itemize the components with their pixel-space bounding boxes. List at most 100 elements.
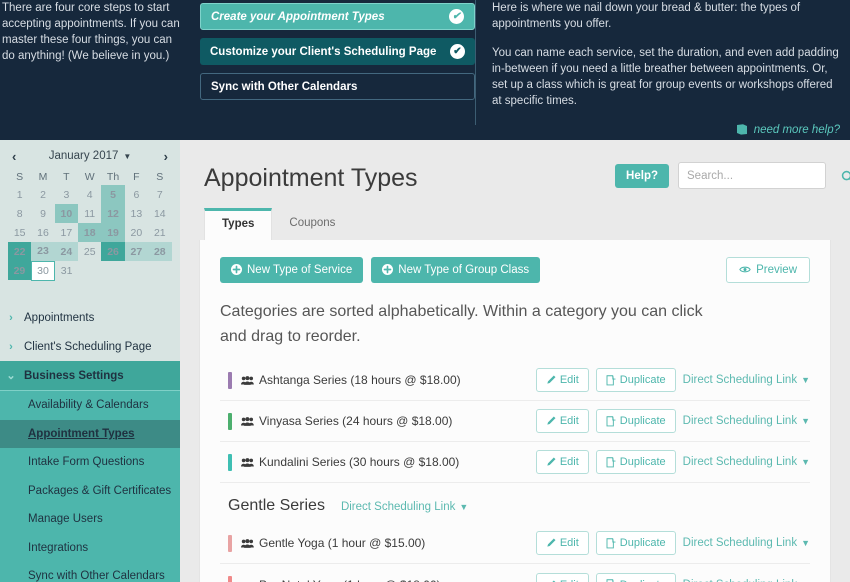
plus-circle-icon <box>382 264 394 276</box>
row-direct-scheduling-link[interactable]: Direct Scheduling Link▼ <box>683 415 810 427</box>
calendar-day-cell[interactable]: 20 <box>125 223 148 242</box>
sidebar-item-availability-calendars[interactable]: Availability & Calendars <box>0 391 180 420</box>
step-customize-scheduling-page[interactable]: Customize your Client's Scheduling Page … <box>200 38 475 65</box>
new-type-of-group-class-button[interactable]: New Type of Group Class <box>371 257 541 283</box>
sidebar-item-client-s-scheduling-page[interactable]: › Client's Scheduling Page <box>0 332 180 361</box>
sidebar-item-sync-with-other-calendars[interactable]: Sync with Other Calendars <box>0 562 180 582</box>
edit-button[interactable]: Edit <box>535 368 589 392</box>
calendar-day-cell[interactable]: 13 <box>125 204 148 223</box>
calendar-day-cell[interactable]: 12 <box>101 204 125 223</box>
duplicate-label: Duplicate <box>619 537 666 549</box>
calendar-day-cell[interactable]: 3 <box>55 185 78 204</box>
new-type-of-service-button[interactable]: New Type of Service <box>220 257 364 283</box>
calendar-day-cell[interactable]: 1 <box>8 185 31 204</box>
table-row[interactable]: Vinyasa Series (24 hours @ $18.00) Edit Du… <box>220 401 810 442</box>
calendar-month-selector[interactable]: January 2017 ▼ <box>49 150 132 162</box>
duplicate-button[interactable]: Duplicate <box>595 531 676 555</box>
sidebar-item-label: Client's Scheduling Page <box>24 340 152 353</box>
step-create-appointment-types[interactable]: Create your Appointment Types ✔ <box>200 3 475 30</box>
calendar-day-cell[interactable]: 9 <box>31 204 54 223</box>
calendar-day-cell[interactable]: 19 <box>101 223 125 242</box>
duplicate-button[interactable]: Duplicate <box>595 572 676 582</box>
sidebar-item-intake-form-questions[interactable]: Intake Form Questions <box>0 448 180 477</box>
edit-button[interactable]: Edit <box>535 450 589 474</box>
calendar-grid: S M T W Th F S 1 2 3 4 5 6 7 8 9 10 11 12 13 14 15 16 17… <box>8 168 172 281</box>
calendar-week-row: 22 23 24 25 26 27 28 <box>8 242 172 261</box>
step-label: Create your Appointment Types <box>211 10 385 23</box>
calendar-empty-cell <box>78 261 101 280</box>
calendar-day-cell[interactable]: 4 <box>78 185 101 204</box>
sidebar-item-manage-users[interactable]: Manage Users <box>0 505 180 534</box>
sidebar-item-appointment-types[interactable]: Appointment Types <box>0 419 180 448</box>
calendar-day-cell[interactable]: 31 <box>55 261 78 280</box>
sidebar-item-business-settings[interactable]: ⌄ Business Settings <box>0 361 180 390</box>
row-direct-scheduling-link[interactable]: Direct Scheduling Link▼ <box>683 537 810 549</box>
page-header: Appointment Types Help? <box>180 140 850 191</box>
calendar-day-cell[interactable]: 17 <box>55 223 78 242</box>
chevron-right-icon[interactable]: › <box>164 149 168 164</box>
calendar-day-cell[interactable]: 10 <box>54 204 79 223</box>
step-label: Customize your Client's Scheduling Page <box>210 45 437 58</box>
sidebar-item-integrations[interactable]: Integrations <box>0 534 180 563</box>
color-swatch <box>228 453 232 471</box>
duplicate-button[interactable]: Duplicate <box>595 409 676 433</box>
calendar-day-cell[interactable]: 15 <box>8 223 31 242</box>
preview-button[interactable]: Preview <box>726 257 810 283</box>
group-class-icon <box>241 456 254 468</box>
row-direct-scheduling-link[interactable]: Direct Scheduling Link▼ <box>683 374 810 386</box>
calendar-day-cell[interactable]: 2 <box>31 185 54 204</box>
main-content: Appointment Types Help? Types Coupons <box>180 140 850 582</box>
search-input[interactable] <box>687 169 841 182</box>
group-class-icon <box>241 374 254 386</box>
calendar-day-cell[interactable]: 7 <box>148 185 171 204</box>
category-direct-scheduling-link[interactable]: Direct Scheduling Link ▼ <box>341 501 468 513</box>
edit-button[interactable]: Edit <box>535 572 589 582</box>
edit-button[interactable]: Edit <box>535 531 589 555</box>
need-more-help-label: need more help? <box>753 124 840 136</box>
calendar-day-cell[interactable]: 24 <box>54 242 79 261</box>
row-direct-scheduling-link[interactable]: Direct Scheduling Link▼ <box>683 579 810 582</box>
calendar-day-cell[interactable]: 14 <box>148 204 171 223</box>
calendar-day-cell[interactable]: 8 <box>8 204 31 223</box>
magnifier-icon[interactable] <box>841 168 850 183</box>
calendar-day-cell[interactable]: 5 <box>101 185 125 204</box>
calendar-day-cell[interactable]: 22 <box>8 242 32 261</box>
action-button-row: New Type of Service New Type of Group Cl… <box>220 257 810 283</box>
row-direct-scheduling-link[interactable]: Direct Scheduling Link▼ <box>683 456 810 468</box>
chevron-left-icon[interactable]: ‹ <box>12 149 16 164</box>
calendar-day-cell[interactable]: 18 <box>78 223 102 242</box>
copy-icon <box>606 374 616 386</box>
duplicate-button[interactable]: Duplicate <box>595 450 676 474</box>
table-row[interactable]: Pre-Natal Yoga (1 hour @ $18.00) Edit Dupl… <box>220 564 810 582</box>
sidebar-item-packages-gift-certificates[interactable]: Packages & Gift Certificates <box>0 477 180 506</box>
onboarding-steps-column: Create your Appointment Types ✔ Customiz… <box>200 0 475 140</box>
calendar-day-cell[interactable]: 16 <box>31 223 54 242</box>
calendar-day-cell[interactable]: 25 <box>78 242 101 261</box>
direct-scheduling-link-label: Direct Scheduling Link <box>682 456 798 468</box>
search-box[interactable] <box>678 162 850 189</box>
help-button[interactable]: Help? <box>615 163 669 188</box>
sidebar-item-appointments[interactable]: › Appointments <box>0 303 180 332</box>
table-row[interactable]: Kundalini Series (30 hours @ $18.00) Edit… <box>220 442 810 483</box>
step-sync-other-calendars[interactable]: Sync with Other Calendars <box>200 73 475 100</box>
calendar-day-cell[interactable]: 23 <box>31 242 55 261</box>
step-label: Sync with Other Calendars <box>211 80 358 93</box>
calendar-day-cell[interactable]: 6 <box>125 185 148 204</box>
duplicate-button[interactable]: Duplicate <box>595 368 676 392</box>
calendar-day-cell[interactable]: 26 <box>101 242 125 261</box>
calendar-day-cell[interactable]: 11 <box>78 204 101 223</box>
calendar-day-cell[interactable]: 27 <box>124 242 149 261</box>
calendar-day-cell[interactable]: 29 <box>8 261 32 280</box>
edit-button[interactable]: Edit <box>535 409 589 433</box>
table-row[interactable]: Ashtanga Series (18 hours @ $18.00) Edit D… <box>220 360 810 401</box>
button-label: New Type of Service <box>247 264 353 276</box>
tab-types[interactable]: Types <box>204 208 273 240</box>
category-header: Gentle Series Direct Scheduling Link ▼ <box>220 483 810 523</box>
calendar-day-cell[interactable]: 21 <box>148 223 171 242</box>
category-name: Gentle Series <box>228 497 325 514</box>
tab-coupons[interactable]: Coupons <box>272 208 352 240</box>
calendar-day-cell[interactable]: 28 <box>148 242 172 261</box>
calendar-day-cell[interactable]: 30 <box>30 260 56 281</box>
table-row[interactable]: Gentle Yoga (1 hour @ $15.00) Edit Duplica… <box>220 523 810 564</box>
need-more-help-link[interactable]: need more help? <box>492 122 840 138</box>
